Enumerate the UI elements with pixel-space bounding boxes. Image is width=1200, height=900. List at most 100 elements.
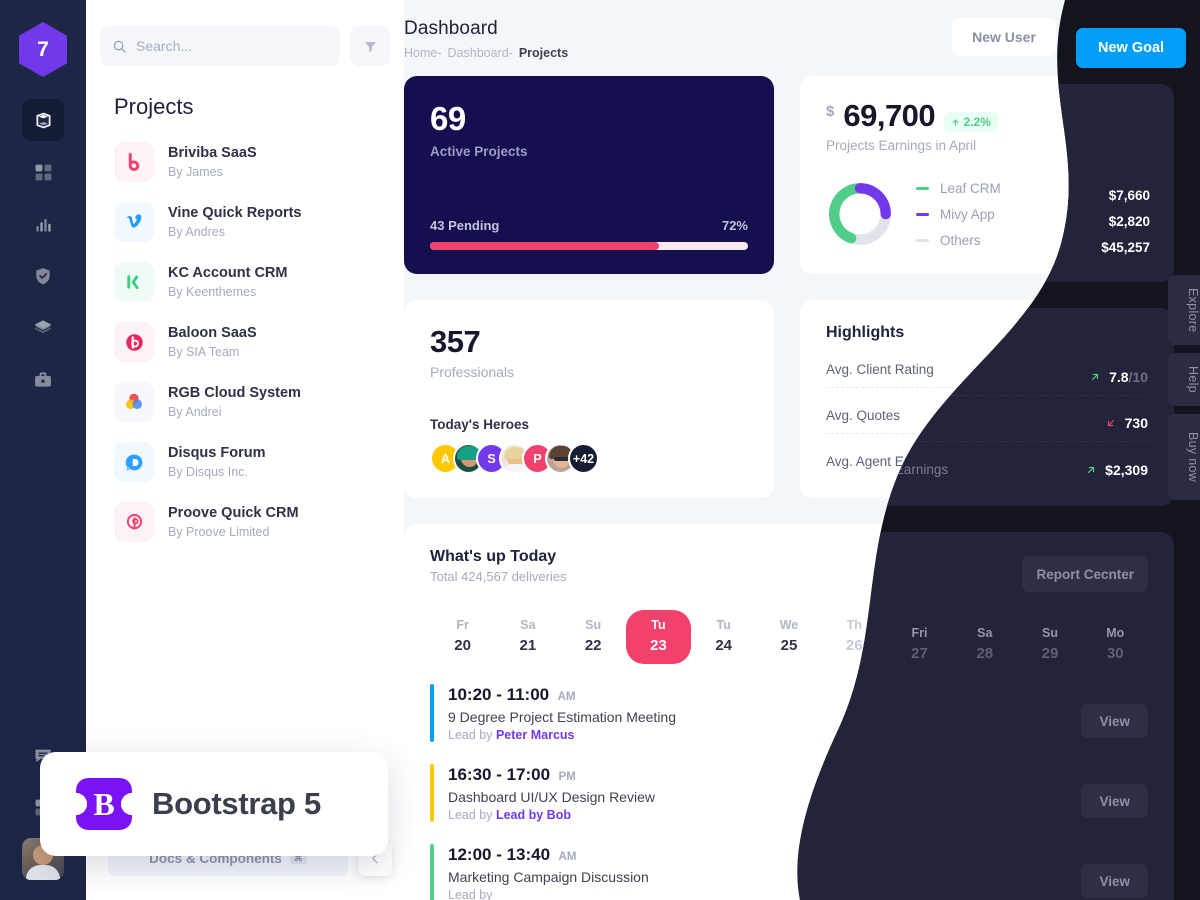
shield-check-icon	[36, 268, 50, 285]
highlight-number: 730	[1124, 407, 1148, 423]
rail-item-analytics[interactable]	[22, 203, 64, 245]
report-center-button[interactable]: Report Cecnter	[1022, 548, 1148, 584]
day-of-week: Mo	[1106, 618, 1125, 632]
legend-value: $2,820	[1108, 206, 1150, 221]
project-name: Proove Quick CRM	[168, 504, 299, 521]
list-item[interactable]: Baloon SaaS By SIA Team	[86, 312, 404, 372]
legend-swatch	[916, 238, 929, 242]
view-button[interactable]: View	[1081, 696, 1148, 730]
earnings-breakdown: Leaf CRM Mivy App Others $7,660 $2,820 $…	[826, 175, 1150, 253]
search-input[interactable]	[136, 38, 328, 54]
legend-entry: Leaf CRM	[916, 175, 1101, 201]
filter-button[interactable]	[350, 26, 390, 66]
list-item[interactable]: RGB Cloud System By Andrei	[86, 372, 404, 432]
day-cell[interactable]: Su 29	[1017, 610, 1082, 664]
project-name: Disqus Forum	[168, 444, 266, 461]
day-number: 22	[584, 637, 602, 654]
side-tab-buy-now[interactable]: Buy now	[1168, 414, 1200, 501]
list-item[interactable]: KC Account CRM By Keenthemes	[86, 252, 404, 312]
day-cell[interactable]: Sa 21	[495, 610, 560, 664]
day-cell[interactable]: We 25	[756, 610, 821, 664]
event-lead-name[interactable]: Lead by Bob	[496, 808, 571, 822]
day-selector: Fr 20 Sa 21 Su 22 Tu 23 Tu 24 We 25 Th 2…	[430, 610, 1148, 664]
grid-icon	[35, 164, 51, 180]
day-number: 23	[650, 637, 667, 654]
topbar: Dashboard Home- Dashboard- Projects New …	[404, 0, 1200, 60]
avatar-overflow-count[interactable]: +42	[568, 443, 599, 474]
list-item[interactable]: Disqus Forum By Disqus Inc.	[86, 432, 404, 492]
day-cell[interactable]: Sa 28	[952, 610, 1017, 664]
list-item[interactable]: Briviba SaaS By James	[86, 132, 404, 192]
list-item[interactable]: Vine Quick Reports By Andres	[86, 192, 404, 252]
rail-item-layers[interactable]	[22, 307, 64, 349]
day-cell[interactable]: Fr 20	[430, 610, 495, 664]
legend-entry: Others	[916, 227, 1101, 253]
event-title: 9 Degree Project Estimation Meeting	[448, 708, 676, 725]
legend-value: $45,257	[1101, 232, 1150, 247]
active-projects-card: 69 Active Projects 43 Pending 72%	[404, 76, 774, 274]
day-cell[interactable]: Tu 24	[691, 610, 756, 664]
search-icon	[113, 40, 126, 53]
search-box[interactable]	[100, 26, 340, 66]
cards-column-right: $ 69,700 2.2% Projects Earnings in April	[800, 76, 1174, 498]
day-of-week: Tu	[651, 618, 666, 632]
event-lead-name[interactable]: Peter Marcus	[496, 728, 575, 742]
side-tab-explore[interactable]: Explore	[1168, 275, 1200, 346]
briefcase-icon	[35, 372, 51, 387]
new-user-button[interactable]: New User	[952, 18, 1056, 56]
day-of-week: Sa	[520, 618, 536, 632]
professionals-count: 357	[430, 324, 481, 359]
rail-item-security[interactable]	[22, 255, 64, 297]
rail-item-grid[interactable]	[22, 151, 64, 193]
highlight-label: Avg. Agent Earnings	[826, 454, 949, 469]
event-lead-prefix: Lead by	[448, 727, 496, 742]
earnings-values: $7,660 $2,820 $45,257	[1101, 175, 1150, 253]
disqus-logo-icon	[125, 454, 142, 470]
side-tab-help[interactable]: Help	[1168, 353, 1200, 407]
new-goal-button[interactable]: New Goal	[1063, 18, 1174, 58]
currency-symbol: $	[826, 103, 835, 120]
project-author: By Andres	[168, 224, 225, 239]
rail-item-dashboard[interactable]	[22, 99, 64, 141]
project-logo	[114, 382, 154, 422]
highlight-value: 730	[1105, 407, 1148, 423]
view-button[interactable]: View	[1081, 856, 1148, 890]
event-color-bar	[430, 684, 434, 742]
day-cell-selected[interactable]: Tu 23	[625, 610, 692, 664]
breadcrumb-item[interactable]: Home-	[404, 46, 442, 60]
day-number: 24	[715, 637, 733, 654]
breadcrumb-item[interactable]: Dashboard-	[448, 46, 513, 60]
day-number: 29	[1041, 637, 1059, 654]
day-cell[interactable]: Th 26	[822, 610, 887, 664]
day-cell[interactable]: Su 22	[561, 610, 626, 664]
event-time-row: 16:30 - 17:00 PM	[448, 765, 1081, 785]
view-button[interactable]: View	[1081, 776, 1148, 810]
highlight-value: $2,309	[1085, 454, 1148, 470]
day-of-week: Sa	[977, 618, 993, 632]
list-item[interactable]: Proove Quick CRM By Proove Limited	[86, 492, 404, 552]
kickstarter-logo-icon	[127, 275, 139, 290]
event-ampm: AM	[558, 850, 577, 863]
app-logo[interactable]: 7	[19, 22, 67, 77]
event-body: 10:20 - 11:00 AM 9 Degree Project Estima…	[448, 685, 1081, 742]
earnings-amount: 69,700	[843, 98, 936, 133]
project-name: Briviba SaaS	[168, 144, 257, 161]
day-cell[interactable]: Fri 27	[887, 610, 952, 664]
day-cell[interactable]: Mo 30	[1083, 610, 1148, 664]
day-of-week: We	[779, 618, 799, 632]
active-projects-label: Active Projects	[430, 144, 528, 159]
project-author: By Disqus Inc.	[168, 464, 248, 479]
project-logo	[114, 442, 154, 482]
vimeo-logo-icon	[126, 214, 142, 228]
day-number: 30	[1106, 637, 1124, 654]
event-time: 12:00 - 13:40	[448, 844, 551, 864]
project-name: KC Account CRM	[168, 264, 288, 281]
rail-item-briefcase[interactable]	[22, 359, 64, 401]
bootstrap-badge-text: Bootstrap 5	[152, 786, 321, 821]
project-author: By Proove Limited	[168, 524, 270, 539]
cards-grid: 69 Active Projects 43 Pending 72% 357 Pr…	[404, 60, 1200, 498]
project-logo	[114, 502, 154, 542]
project-logo	[114, 202, 154, 242]
highlight-row: Avg. Quotes 730	[826, 397, 1148, 434]
progress-track	[430, 242, 748, 250]
